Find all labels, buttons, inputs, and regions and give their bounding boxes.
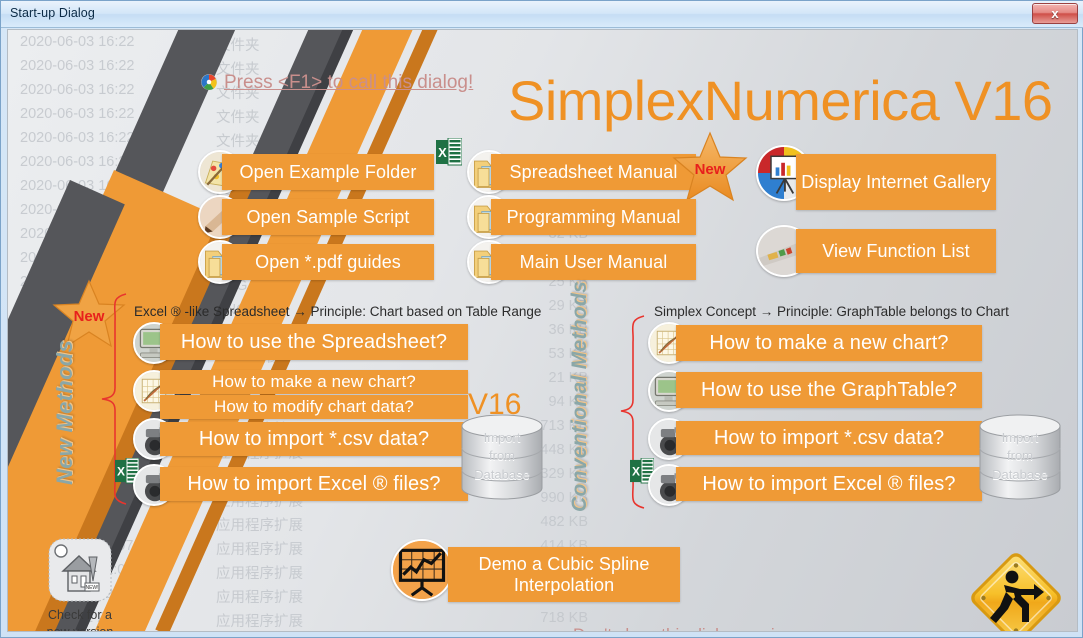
import-from-database-cylinder-left: Import from Database [456,412,548,504]
backdrop-type: 应用程序扩展 [216,542,303,558]
how-to-import-csv-label: How to import *.csv data? [198,427,430,450]
new-badge-label: New [694,160,726,178]
svg-text:X: X [632,465,640,479]
backdrop-type: 应用程序扩展 [216,614,303,630]
backdrop-type: 应用程序扩展 [216,518,303,534]
how-to-import-excel-label: How to import Excel ® files? [187,472,441,495]
how-to-use-spreadsheet-button[interactable]: How to use the Spreadsheet? [160,324,468,360]
startup-dialog-window: Start-up Dialog x 2020-06-03 16:22 文件夹 202… [0,0,1083,638]
check-version-line-1: Check for a [48,608,112,622]
programming-manual-button[interactable]: Programming Manual [491,199,696,235]
running-man-exit-icon [971,553,1061,631]
spreadsheet-manual-label: Spreadsheet Manual [509,161,678,182]
view-function-list-label: View Function List [822,240,970,261]
exit-run-sign[interactable] [964,546,1068,631]
demo-cubic-spline-button[interactable]: Demo a Cubic Spline Interpolation [448,547,680,602]
how-to-import-csv-label: How to import *.csv data? [713,426,945,449]
open-sample-script-label: Open Sample Script [246,206,410,227]
backdrop-date: 2020-06-03 16:22 [20,58,135,74]
dialog-client-area: 2020-06-03 16:22 文件夹 2020-06-03 16:22 文件夹 20… [7,29,1078,632]
title-bar: Start-up Dialog x [1,1,1083,28]
open-sample-script-button[interactable]: Open Sample Script [222,199,434,235]
how-to-import-csv-button-new[interactable]: How to import *.csv data? [160,422,468,456]
backdrop-type: 文件夹 [216,110,260,126]
chart-monitor-icon [391,539,453,601]
conventional-methods-vertical-label: Conventional Methods [568,280,591,512]
how-to-import-excel-button-new[interactable]: How to import Excel ® files? [160,467,468,501]
how-to-make-new-chart-button-new[interactable]: How to make a new chart? [160,370,468,394]
backdrop-type: 文件夹 [216,134,260,150]
backdrop-size: 482 KB [540,514,588,530]
excel-sheet-icon: X [436,138,462,166]
check-new-version-button[interactable]: NEW! Check for a new version [32,537,128,632]
how-to-modify-chart-data-label: How to modify chart data? [214,397,414,417]
open-example-folder-label: Open Example Folder [239,161,417,182]
colorwheel-icon [201,74,217,90]
check-version-line-2: new version [46,624,114,632]
open-pdf-guides-button[interactable]: Open *.pdf guides [222,244,434,280]
backdrop-date: 2020-06-03 16:22 [20,106,135,122]
main-user-manual-label: Main User Manual [519,251,668,272]
backdrop-date: 2020-06-03 16:22 [20,82,135,98]
how-to-use-graphtable-label: How to use the GraphTable? [700,378,958,401]
svg-text:X: X [117,465,125,479]
display-internet-gallery-button[interactable]: Display Internet Gallery [796,154,996,210]
demo-line-2: Interpolation [513,574,615,595]
demo-line-1: Demo a Cubic Spline [478,554,650,575]
close-button[interactable]: x [1032,3,1078,24]
open-example-folder-button[interactable]: Open Example Folder [222,154,434,190]
backdrop-type: 应用程序扩展 [216,590,303,606]
display-internet-gallery-label: Display Internet Gallery [801,171,991,192]
how-to-import-excel-label: How to import Excel ® files? [702,472,956,495]
import-from-database-cylinder-right: Import from Database [974,412,1066,504]
backdrop-date: 2020-06-03 16:22 [20,130,135,146]
press-f1-link[interactable]: Press <F1> to call this dialog! [224,72,473,94]
programming-manual-label: Programming Manual [506,206,681,227]
db-label-line: Database [474,467,530,483]
how-to-use-spreadsheet-label: How to use the Spreadsheet? [180,330,448,353]
db-label-line: Import [483,429,521,445]
db-label-lines: Import from Database [974,429,1066,486]
new-methods-caption: Excel ® -like Spreadsheet → Principle: C… [134,304,542,319]
new-badge-star-top: New [670,130,750,202]
backdrop-type: 应用程序扩展 [216,566,303,582]
svg-text:NEW!: NEW! [85,585,98,591]
how-to-make-new-chart-button-conv[interactable]: How to make a new chart? [676,325,982,361]
backdrop-date: 2020-06-03 16:22 [20,34,135,50]
how-to-import-excel-button-conv[interactable]: How to import Excel ® files? [676,467,982,501]
app-title: SimplexNumerica V16 [508,69,1053,132]
db-label-lines: Import from Database [456,429,548,486]
how-to-modify-chart-data-button[interactable]: How to modify chart data? [160,395,468,419]
db-label-line: Database [992,467,1048,483]
backdrop-size: 718 KB [540,610,588,626]
db-label-line: Import [1001,429,1039,445]
spreadsheet-manual-button[interactable]: Spreadsheet Manual [491,154,696,190]
how-to-use-graphtable-button[interactable]: How to use the GraphTable? [676,372,982,408]
house-new-icon: NEW! [48,538,112,602]
db-label-line: from [489,448,515,464]
close-icon: x [1051,6,1059,21]
window-title: Start-up Dialog [10,6,95,20]
conventional-methods-caption: Simplex Concept → Principle: GraphTable … [654,304,1009,319]
db-label-line: from [1007,448,1033,464]
open-pdf-guides-label: Open *.pdf guides [255,251,401,272]
how-to-make-new-chart-label: How to make a new chart? [709,331,949,354]
how-to-make-new-chart-label: How to make a new chart? [212,372,416,392]
how-to-import-csv-button-conv[interactable]: How to import *.csv data? [676,421,982,455]
svg-text:X: X [438,145,447,160]
dont-show-again-link[interactable]: Don't show this dialog again... [573,625,798,631]
new-methods-vertical-label: New Methods [52,339,77,485]
view-function-list-button[interactable]: View Function List [796,229,996,273]
main-user-manual-button[interactable]: Main User Manual [491,244,696,280]
